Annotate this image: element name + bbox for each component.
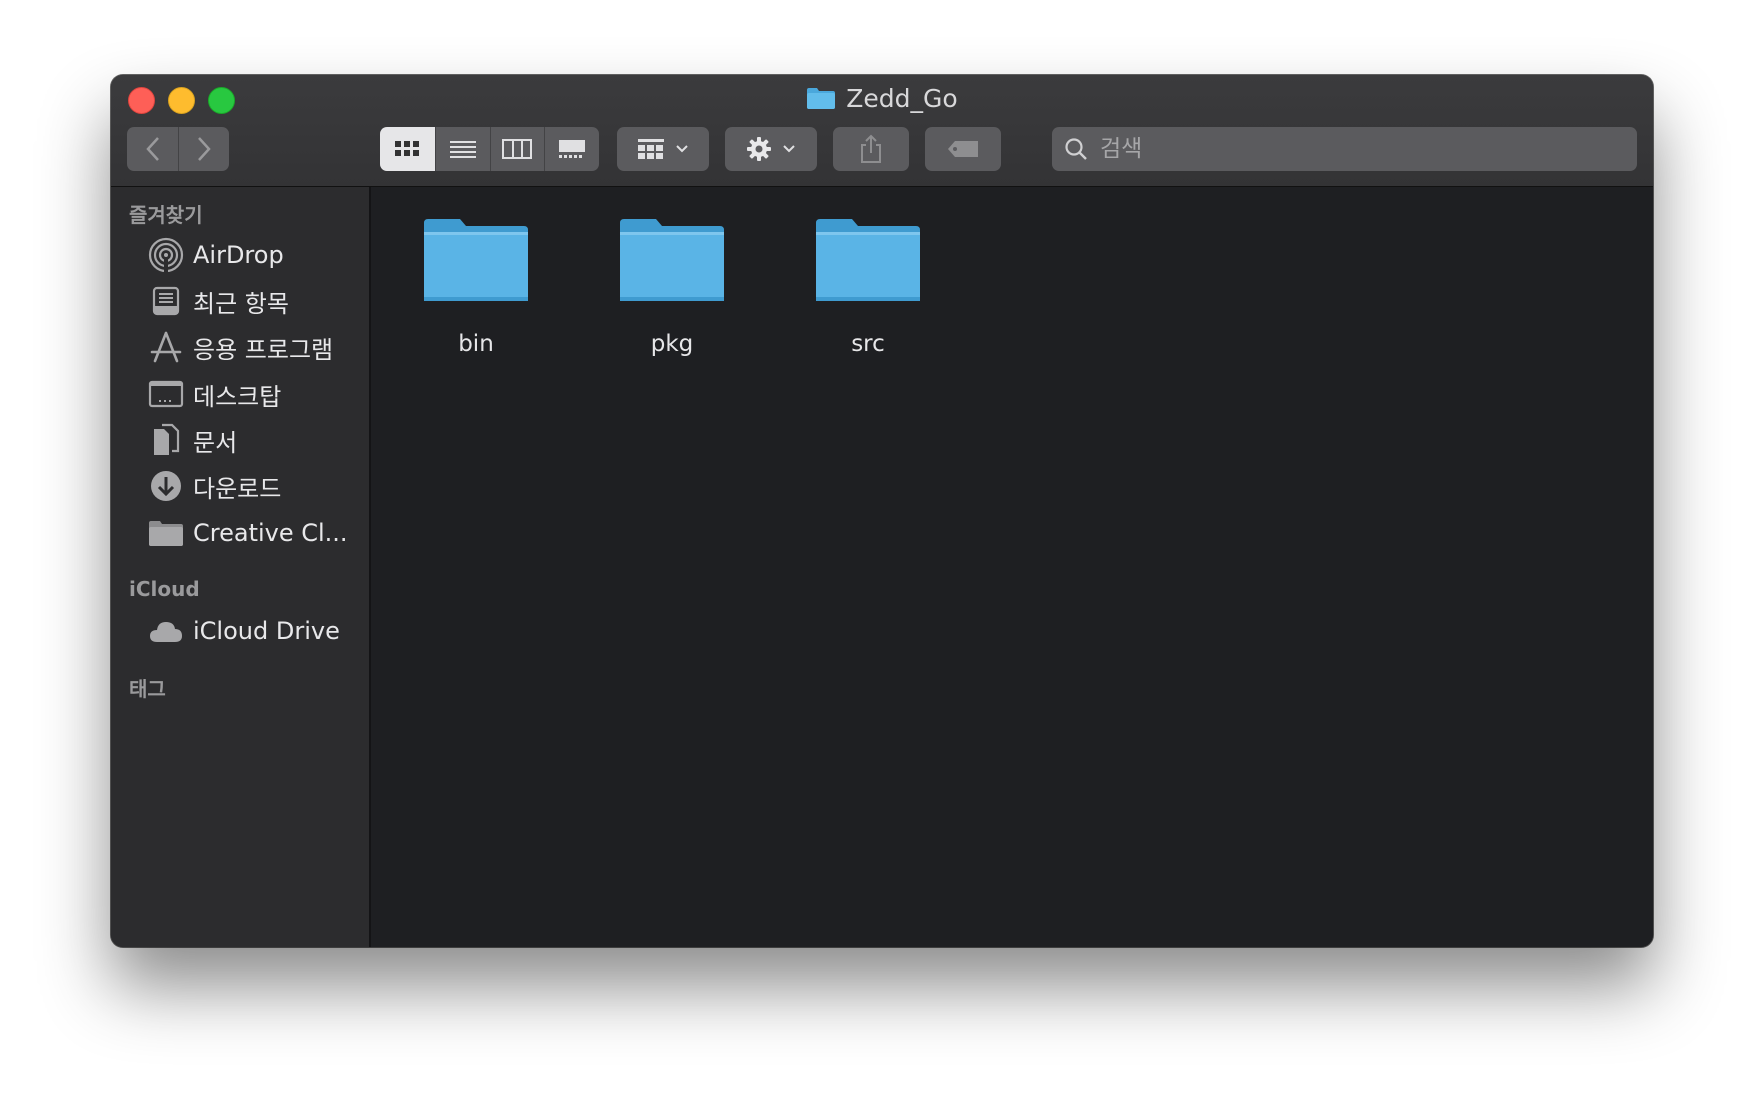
- sidebar-item-desktop[interactable]: 데스크탑: [147, 374, 362, 414]
- forward-button[interactable]: [178, 127, 229, 171]
- sidebar-item-creative-cloud[interactable]: Creative Cl...: [147, 513, 362, 553]
- file-label: src: [851, 331, 885, 357]
- desktop-icon: [148, 380, 184, 408]
- sidebar-item-label: 데스크탑: [193, 382, 282, 411]
- file-label: bin: [458, 331, 494, 357]
- sidebar-header-favorites: 즐겨찾기: [129, 203, 203, 227]
- file-item-src[interactable]: src: [783, 217, 953, 357]
- back-button[interactable]: [127, 127, 178, 171]
- sidebar-item-applications[interactable]: 응용 프로그램: [147, 327, 362, 367]
- tags-group: [925, 127, 1001, 171]
- recents-icon: [152, 286, 180, 316]
- sidebar-item-label: 최근 항목: [193, 289, 289, 318]
- window-title-text: Zedd_Go: [846, 83, 958, 113]
- folder-icon: [424, 219, 528, 301]
- share-button[interactable]: [833, 127, 909, 171]
- search-icon: [1065, 138, 1087, 160]
- airdrop-icon: [148, 237, 184, 273]
- window-title: Zedd_Go: [111, 81, 1653, 115]
- column-view-button[interactable]: [489, 127, 545, 171]
- chevron-down-icon: [676, 145, 688, 153]
- arrange-grid-icon: [638, 139, 664, 159]
- sidebar-item-documents[interactable]: 문서: [147, 420, 362, 460]
- file-area: bin pkg src: [371, 187, 1653, 947]
- sidebar-item-airdrop[interactable]: AirDrop: [147, 235, 362, 275]
- file-item-bin[interactable]: bin: [391, 217, 561, 357]
- list-icon: [449, 141, 476, 158]
- documents-icon: [154, 423, 180, 455]
- view-mode-buttons: [380, 127, 599, 171]
- icon-view-button[interactable]: [380, 127, 435, 171]
- folder-icon: [620, 219, 724, 301]
- search-field[interactable]: [1052, 127, 1637, 171]
- finder-window: Zedd_Go 검색 즐겨찾기 AirDrop 최근 항목 응용 프로그램 데스…: [111, 75, 1653, 947]
- sidebar-item-label: Creative Cl...: [193, 519, 348, 547]
- gallery-view-button[interactable]: [544, 127, 599, 171]
- title-bar: Zedd_Go: [111, 75, 1653, 187]
- arrange-menu: [617, 127, 709, 171]
- tag-icon: [948, 141, 978, 157]
- sidebar: 즐겨찾기 AirDrop 최근 항목 응용 프로그램 데스크탑 문서 다운로드 …: [111, 187, 371, 947]
- chevron-down-icon: [783, 145, 795, 153]
- search-input[interactable]: [1098, 135, 1622, 163]
- downloads-icon: [151, 471, 181, 501]
- sidebar-header-icloud: iCloud: [129, 577, 200, 601]
- share-icon: [861, 134, 881, 163]
- file-label: pkg: [650, 331, 694, 357]
- chevron-left-icon: [145, 137, 159, 161]
- sidebar-item-label: AirDrop: [193, 241, 284, 269]
- sidebar-item-label: 응용 프로그램: [193, 335, 334, 364]
- navigation-buttons: [127, 127, 229, 171]
- sidebar-item-label: iCloud Drive: [193, 617, 340, 645]
- gallery-icon: [559, 140, 586, 158]
- grid-icon: [395, 141, 420, 156]
- applications-icon: [150, 331, 182, 363]
- list-view-button[interactable]: [434, 127, 490, 171]
- sidebar-item-icloud-drive[interactable]: iCloud Drive: [147, 611, 362, 651]
- folder-icon: [816, 219, 920, 301]
- arrange-button[interactable]: [617, 127, 709, 171]
- action-menu: [725, 127, 817, 171]
- cloud-icon: [150, 622, 182, 642]
- tags-button[interactable]: [925, 127, 1001, 171]
- action-button[interactable]: [725, 127, 817, 171]
- sidebar-item-downloads[interactable]: 다운로드: [147, 466, 362, 506]
- sidebar-header-tags: 태그: [129, 677, 166, 701]
- folder-icon: [149, 521, 183, 546]
- chevron-right-icon: [198, 137, 211, 161]
- share-group: [833, 127, 909, 171]
- sidebar-item-label: 다운로드: [193, 474, 282, 503]
- sidebar-item-recents[interactable]: 최근 항목: [147, 281, 362, 321]
- folder-icon: [807, 88, 836, 109]
- gear-icon: [747, 137, 771, 161]
- columns-icon: [502, 139, 533, 159]
- file-item-pkg[interactable]: pkg: [587, 217, 757, 357]
- sidebar-item-label: 문서: [193, 428, 238, 457]
